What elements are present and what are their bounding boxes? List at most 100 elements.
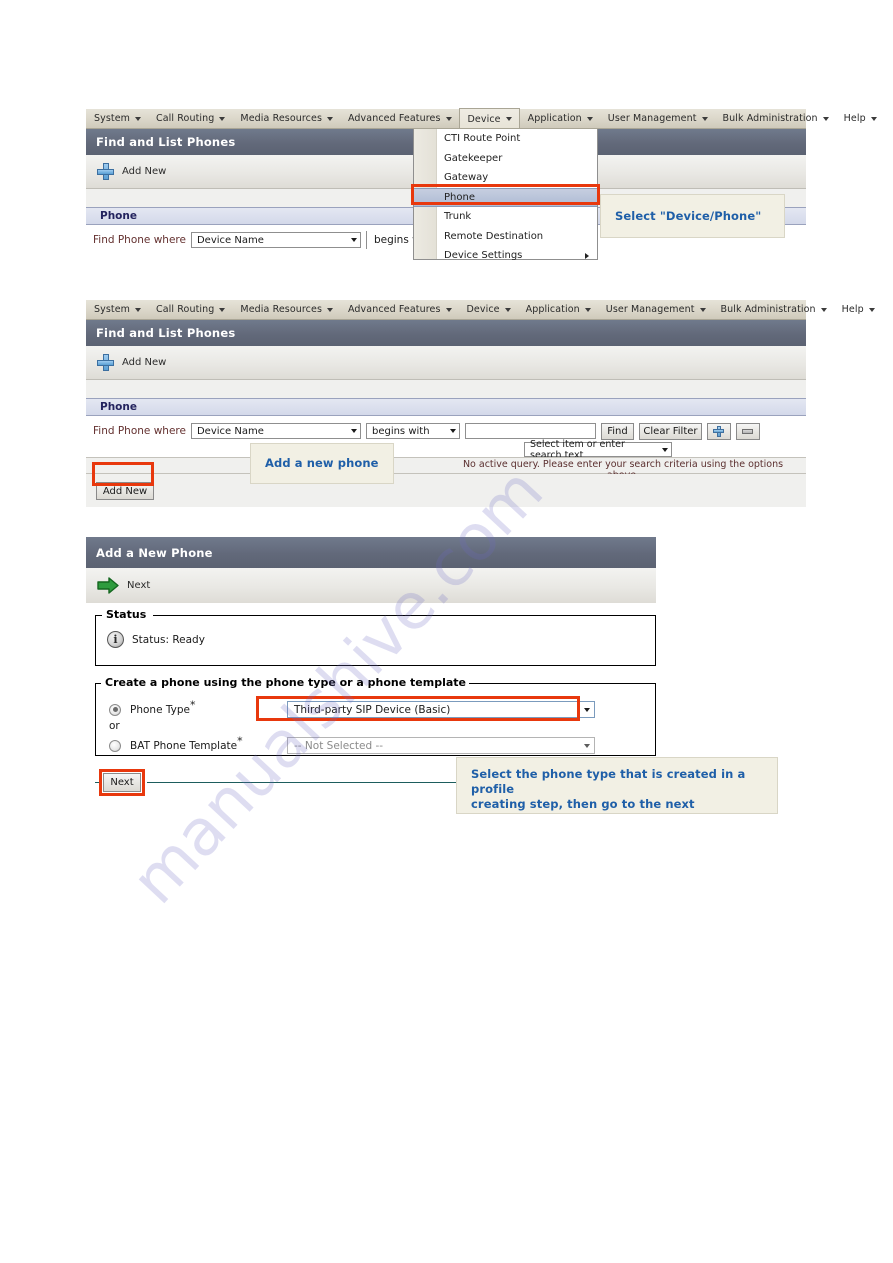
chevron-down-icon [135,116,142,121]
chevron-down-icon [584,707,590,712]
search-field-select[interactable]: Device Name [190,423,361,439]
menu-item-label: User Management [605,304,695,315]
phone-type-select[interactable]: Third-party SIP Device (Basic) [287,701,595,718]
menu-item-cti-route-point[interactable]: CTI Route Point [414,129,597,149]
next-button-separator [95,782,100,783]
add-new-toolbar-label[interactable]: Add New [122,357,166,368]
no-query-bar: No active query. Please enter your searc… [86,457,806,481]
menu-item-remote-destination[interactable]: Remote Destination [414,227,597,247]
menu-item-trunk[interactable]: Trunk [414,207,597,227]
bat-template-select[interactable]: -- Not Selected -- [287,737,595,754]
status-row: i Status: Ready [107,631,205,648]
menu-item-phone[interactable]: Phone [414,187,597,207]
chevron-down-icon [504,307,511,312]
find-button-label: Find [607,425,628,437]
plus-icon[interactable] [97,354,114,371]
search-input[interactable] [464,423,596,439]
callout-select-phone-type: Select the phone type that is created in… [456,757,778,814]
menu-item-system[interactable]: System [86,300,148,319]
add-new-button[interactable]: Add New [96,482,154,500]
next-button[interactable]: Next [103,773,141,792]
chevron-down-icon [445,116,452,121]
bat-template-radio[interactable] [109,739,121,752]
create-phone-fieldset: Create a phone using the phone type or a… [95,676,656,756]
chevron-down-icon [219,116,226,121]
menu-item-help[interactable]: Help [834,300,882,319]
chevron-down-icon [701,116,708,121]
menu-item-label: Advanced Features [348,113,441,124]
menu-item-help[interactable]: Help [836,109,884,128]
plus-icon[interactable] [97,163,114,180]
search-operator-select[interactable]: begins with [365,423,460,439]
menu-item-gatekeeper[interactable]: Gatekeeper [414,149,597,169]
create-phone-fieldset-legend: Create a phone using the phone type or a… [102,676,470,689]
search-row-panel2: Find Phone where Device Name begins with… [86,422,760,440]
status-fieldset-legend: Status [103,608,150,621]
phone-type-radio[interactable] [109,703,121,716]
bottom-button-area-panel2: Add New [86,474,806,507]
search-field-select-value: Device Name [196,234,264,246]
menu-item-user-management[interactable]: User Management [600,109,715,128]
menu-item-system[interactable]: System [86,109,148,128]
find-button[interactable]: Find [600,422,634,440]
menu-item-label: Gateway [444,172,489,184]
chevron-right-icon [585,252,589,259]
search-field-select-value: Device Name [196,425,264,437]
menu-item-media-resources[interactable]: Media Resources [232,109,340,128]
remove-criteria-button[interactable] [735,422,760,440]
find-phone-where-label: Find Phone where [93,425,186,437]
status-fieldset: Status i Status: Ready [95,608,656,666]
chevron-down-icon [445,307,452,312]
chevron-down-icon [135,307,142,312]
device-dropdown-menu[interactable]: CTI Route Point Gatekeeper Gateway Phone… [413,129,598,261]
fieldset-border-left [96,615,102,616]
chevron-down-icon [350,238,357,242]
chevron-down-icon [662,447,668,452]
menu-item-media-resources[interactable]: Media Resources [232,300,340,319]
clear-filter-button[interactable]: Clear Filter [638,422,702,440]
callout-text: Select "Device/Phone" [615,208,762,223]
chevron-down-icon [219,307,226,312]
menu-item-call-routing[interactable]: Call Routing [148,300,232,319]
menu-item-label: User Management [607,113,697,124]
menu-bar-panel2[interactable]: System Call Routing Media Resources Adva… [86,300,875,320]
menu-item-application[interactable]: Application [520,109,600,128]
callout-text-block: Select the phone type that is created in… [471,767,763,812]
chevron-down-icon [505,117,512,121]
menu-item-call-routing[interactable]: Call Routing [148,109,232,128]
menu-item-label: Trunk [444,211,472,223]
menu-item-label: System [94,113,131,124]
page-title-panel2: Find and List Phones [86,320,806,346]
menu-item-label: Application [527,113,582,124]
menu-item-device[interactable]: Device [459,300,518,319]
menu-item-device-settings[interactable]: Device Settings [414,246,597,266]
menu-item-bulk-administration[interactable]: Bulk Administration [713,300,834,319]
menu-item-bulk-administration[interactable]: Bulk Administration [715,109,836,128]
or-label: or [109,720,120,732]
next-toolbar-label[interactable]: Next [127,580,150,591]
status-text: Status: Ready [132,633,205,646]
phone-type-label-text: Phone Type [130,703,190,716]
menu-item-label: Remote Destination [444,230,544,242]
chevron-down-icon [327,307,333,312]
menu-item-gateway[interactable]: Gateway [414,168,597,188]
menu-item-advanced-features[interactable]: Advanced Features [340,300,459,319]
phone-type-row: Phone Type* Third-party SIP Device (Basi… [109,699,654,718]
chevron-down-icon [699,307,706,312]
menu-item-application[interactable]: Application [518,300,598,319]
menu-bar-panel1[interactable]: System Call Routing Media Resources Adva… [86,108,877,129]
menu-item-advanced-features[interactable]: Advanced Features [340,109,459,128]
content-spacer-panel2 [86,380,806,398]
menu-item-device[interactable]: Device [458,108,520,128]
callout-text: Add a new phone [265,456,379,470]
menu-item-label: Gatekeeper [444,152,503,164]
menu-item-label: Call Routing [156,304,215,315]
item-search-select[interactable]: Select item or enter search text [524,439,672,461]
search-field-select[interactable]: Device Name [190,232,361,248]
add-criteria-button[interactable] [706,422,731,440]
menu-item-label: CTI Route Point [444,133,521,145]
menu-item-user-management[interactable]: User Management [598,300,713,319]
add-new-toolbar-label[interactable]: Add New [122,166,166,177]
next-arrow-icon[interactable] [97,577,119,594]
fieldset-border-right [459,683,655,684]
